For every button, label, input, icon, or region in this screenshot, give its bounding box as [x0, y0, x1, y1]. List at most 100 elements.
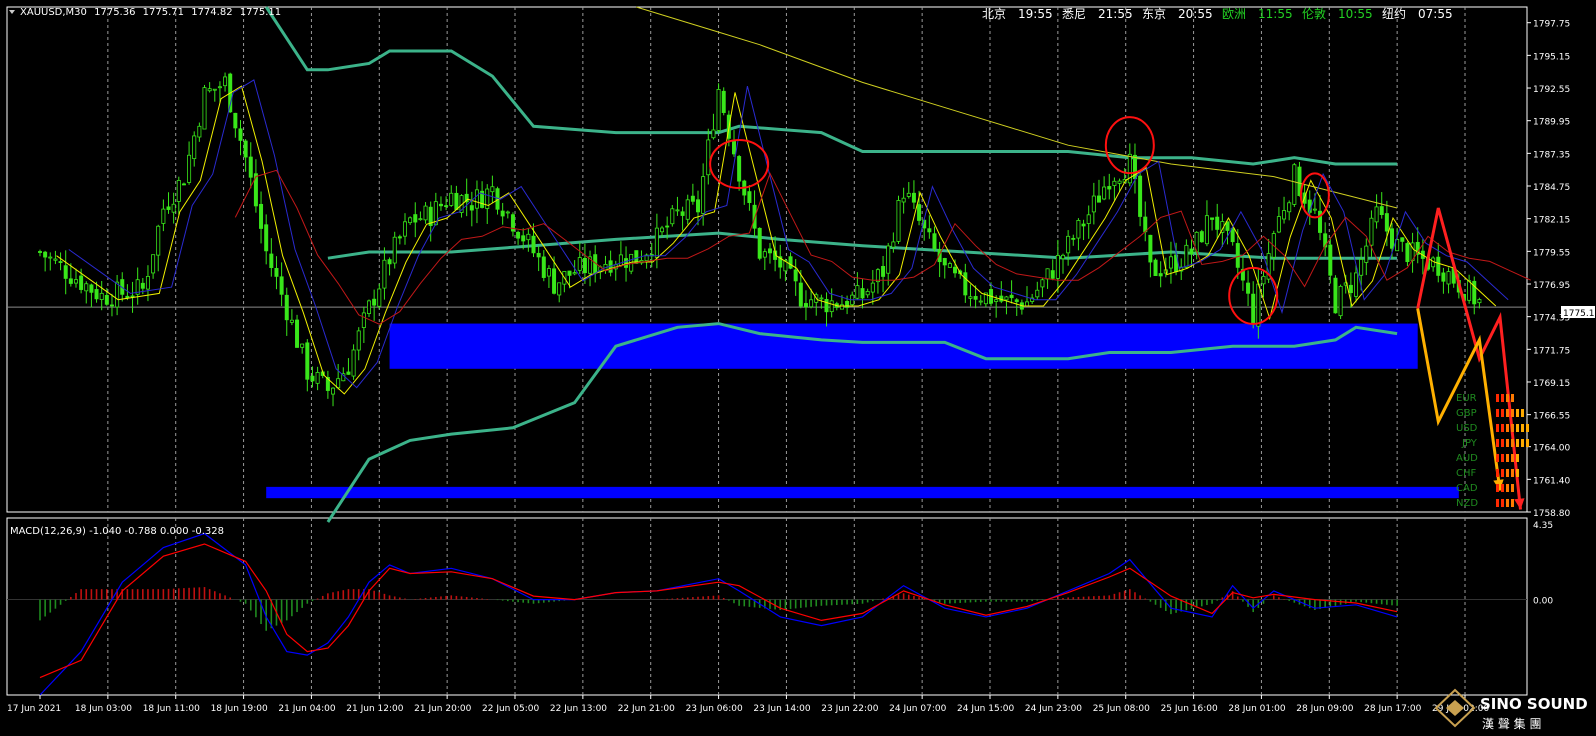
candle-body — [413, 214, 418, 223]
candle-body — [402, 221, 407, 237]
candle-body — [521, 235, 526, 242]
candle-body — [1441, 272, 1446, 282]
currency-label-nzd: NZD — [1456, 498, 1478, 509]
candle-body — [397, 236, 402, 239]
strength-bar — [1501, 454, 1504, 462]
candle-body — [947, 263, 952, 268]
candle-body — [243, 140, 248, 158]
candle-body — [284, 294, 289, 321]
clock-time-london: 10:55 — [1338, 7, 1373, 21]
strength-bar — [1506, 469, 1509, 477]
candle-body — [886, 245, 891, 274]
candle-body — [1446, 271, 1451, 285]
price-tick-label: 1764.00 — [1533, 444, 1570, 454]
time-tick-label: 24 Jun 23:00 — [1025, 704, 1082, 714]
candle-body — [1333, 277, 1338, 314]
strength-bar — [1516, 469, 1519, 477]
time-tick-label: 22 Jun 13:00 — [550, 704, 607, 714]
strength-bar — [1501, 439, 1504, 447]
candle-body — [1148, 234, 1153, 263]
candle-body — [896, 200, 901, 242]
candle-body — [711, 129, 716, 139]
strength-bar — [1506, 424, 1509, 432]
candle-body — [1184, 244, 1189, 268]
clock-city-beijing: 北京 — [982, 7, 1006, 21]
time-tick-label: 21 Jun 20:00 — [414, 704, 471, 714]
candle-body — [392, 236, 397, 264]
candle-body — [1390, 228, 1395, 249]
clock-city-sydney: 悉尼 — [1062, 7, 1086, 21]
candle-body — [1158, 273, 1163, 277]
candle-body — [546, 268, 551, 277]
ohlc-low: 1774.82 — [191, 7, 232, 18]
candle-body — [618, 254, 623, 266]
candle-body — [454, 192, 459, 210]
candle-body — [654, 227, 659, 258]
candle-body — [351, 349, 356, 377]
candle-body — [94, 289, 99, 300]
strength-bar — [1496, 469, 1499, 477]
strength-bar — [1516, 424, 1519, 432]
candle-body — [367, 300, 372, 314]
candle-body — [737, 156, 742, 182]
candle-body — [1405, 243, 1410, 263]
svg-text:XAUUSD,M30 1775.36: XAUUSD,M30 1775.36 1775.71 1774.82 1775.… — [20, 7, 281, 18]
candle-body — [839, 304, 844, 310]
price-tick-label: 1761.40 — [1533, 476, 1570, 486]
candle-body — [572, 272, 577, 275]
candle-body — [516, 231, 521, 239]
candle-body — [1199, 231, 1204, 243]
candle-body — [295, 319, 300, 348]
candle-body — [1225, 221, 1230, 231]
time-tick-label: 23 Jun 14:00 — [753, 704, 810, 714]
strength-bar — [1511, 469, 1514, 477]
strength-bar — [1496, 454, 1499, 462]
candle-body — [89, 284, 94, 293]
current-price-label: 1775.11 — [1563, 309, 1596, 319]
candle-body — [1143, 216, 1148, 233]
strength-bar — [1496, 499, 1499, 507]
candle-body — [1045, 268, 1050, 280]
candle-body — [79, 275, 84, 290]
candle-body — [1477, 299, 1482, 304]
candle-body — [788, 256, 793, 269]
time-tick-label: 18 Jun 11:00 — [143, 704, 200, 714]
candle-body — [793, 269, 798, 282]
strength-bar — [1526, 439, 1529, 447]
candle-body — [202, 87, 207, 130]
candle-body — [1436, 256, 1441, 276]
candle-body — [747, 191, 752, 203]
candle-body — [1251, 293, 1256, 325]
candle-body — [1040, 279, 1045, 288]
candle-body — [418, 218, 423, 221]
candle-body — [1348, 284, 1353, 294]
candle-body — [541, 256, 546, 278]
price-chart[interactable]: 1797.75 1795.15 1792.55 1789.95 1787.35 1784.… — [0, 0, 1596, 736]
candle-body — [901, 197, 906, 203]
candle-body — [552, 268, 557, 294]
currency-label-cad: CAD — [1456, 483, 1478, 494]
strength-bar — [1501, 484, 1504, 492]
candle-body — [474, 189, 479, 209]
strength-bar — [1501, 469, 1504, 477]
candle-body — [1338, 285, 1343, 317]
candle-body — [58, 261, 63, 263]
candle-body — [963, 272, 968, 296]
candle-body — [217, 86, 222, 89]
candle-body — [1096, 195, 1101, 203]
candle-body — [1282, 210, 1287, 220]
price-tick-label: 1795.15 — [1533, 52, 1570, 62]
candle-body — [994, 299, 999, 302]
candle-body — [721, 90, 726, 113]
strength-bar — [1496, 409, 1499, 417]
time-tick-label: 25 Jun 08:00 — [1093, 704, 1150, 714]
logo-name: SINO SOUND — [1480, 695, 1588, 713]
price-tick-label: 1787.35 — [1533, 150, 1570, 160]
candle-body — [181, 183, 186, 186]
candle-body — [171, 203, 176, 213]
price-tick-label: 1782.15 — [1533, 216, 1570, 226]
time-tick-label: 24 Jun 15:00 — [957, 704, 1014, 714]
candle-body — [382, 259, 387, 289]
candle-body — [582, 257, 587, 274]
time-tick-label: 24 Jun 07:00 — [889, 704, 946, 714]
